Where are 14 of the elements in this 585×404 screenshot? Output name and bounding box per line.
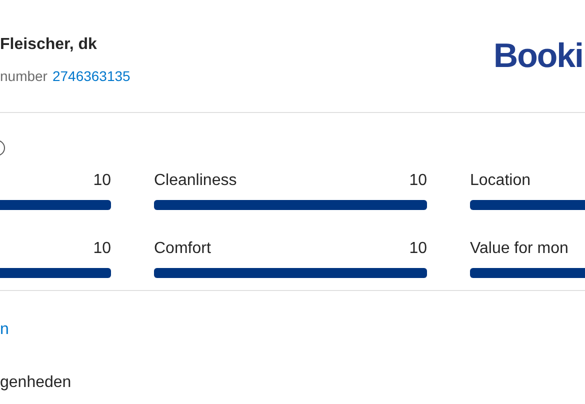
- number-label: number: [0, 67, 48, 86]
- category-label: Comfort: [154, 239, 211, 259]
- category-score: 10: [409, 171, 427, 191]
- link[interactable]: n: [0, 319, 9, 341]
- category-label: Location: [470, 171, 530, 191]
- guest-name: Fleischer, dk: [0, 35, 98, 55]
- logo: Booki: [494, 36, 583, 76]
- category-label: Cleanliness: [154, 171, 237, 191]
- reservation-number-link[interactable]: 2746363135: [52, 66, 130, 86]
- category-score: 10: [93, 171, 111, 191]
- category-label: Value for mon: [470, 239, 568, 259]
- section-label: genheden: [0, 373, 72, 393]
- category-score: 10: [93, 239, 111, 259]
- category-score: 10: [409, 239, 427, 259]
